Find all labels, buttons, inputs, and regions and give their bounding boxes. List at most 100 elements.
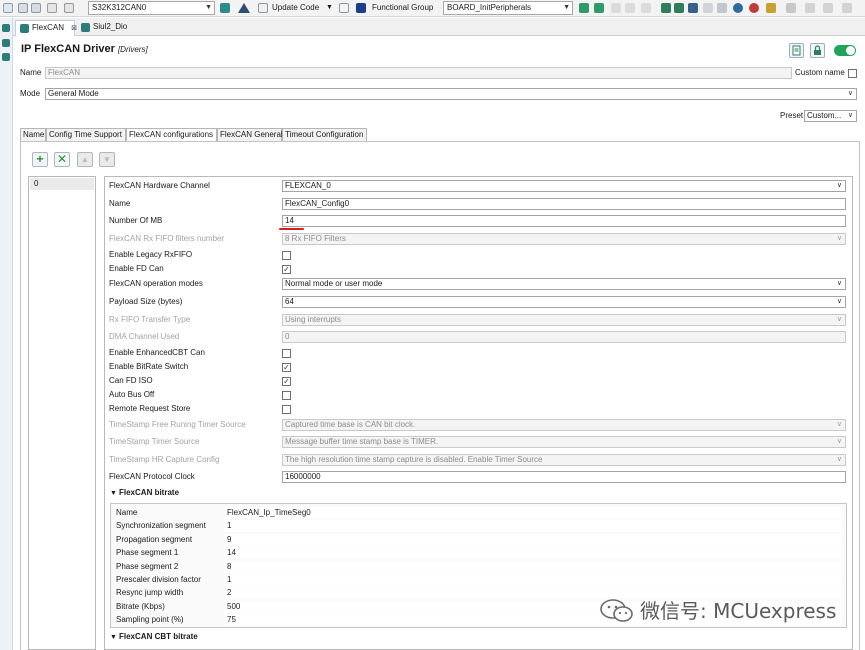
arrow-icon[interactable] [641,3,651,13]
chevron-down-icon: ∨ [847,90,853,97]
misc-icon[interactable] [805,3,815,13]
update-code-button[interactable]: Update Code [272,2,319,14]
fd-can-checkbox[interactable]: ✓ [282,265,291,274]
move-down-button[interactable]: ▼ [99,152,115,167]
monitor-icon[interactable] [688,3,698,13]
tab-config-time-support[interactable]: Config Time Support [46,128,126,141]
rx-fifo-filters-select[interactable]: 8 Rx FIFO Filters ∨ [282,233,846,245]
config-name-value: FlexCAN_Config0 [285,199,350,208]
save-all-icon[interactable] [31,3,41,13]
clocks-icon[interactable] [2,53,10,61]
bitrate-row-label: Sampling point (%) [116,615,184,624]
undo-icon[interactable] [611,3,621,13]
dma-channel-label: DMA Channel Used [109,332,180,341]
save-icon[interactable] [18,3,28,13]
pins-icon[interactable] [2,39,10,47]
home-icon[interactable] [220,3,230,13]
auto-bus-off-checkbox[interactable] [282,391,291,400]
documentation-button[interactable] [789,43,804,58]
legacy-rxfifo-checkbox[interactable] [282,251,291,260]
remote-request-checkbox[interactable] [282,405,291,414]
add-item-button[interactable]: + [32,152,48,167]
bitrate-row-value[interactable]: FlexCAN_Ip_TimeSeg0 [224,507,841,519]
name-field[interactable]: FlexCAN [45,67,792,79]
lock-icon [814,45,821,55]
tab-timeout-configuration[interactable]: Timeout Configuration [282,128,367,141]
update-code-icon[interactable] [258,3,268,13]
bitrate-row-value[interactable]: 9 [224,534,841,546]
ts-free-running-select[interactable]: Captured time base is CAN bit clock. ∨ [282,419,846,431]
hw-channel-label: FlexCAN Hardware Channel [109,181,210,190]
dma-channel-field[interactable]: 0 [282,331,846,343]
grid-icon[interactable] [717,3,727,13]
download-icon[interactable] [674,3,684,13]
ts-hr-capture-label: TimeStamp HR Capture Config [109,455,220,464]
tab-siul2-dio[interactable]: Siul2_Dio [77,20,139,36]
payload-size-select[interactable]: 64 ∨ [282,296,846,308]
operation-modes-select[interactable]: Normal mode or user mode ∨ [282,278,846,290]
chevron-down-icon: ∨ [836,316,842,323]
bitrate-switch-label: Enable BitRate Switch [109,362,189,371]
refresh-icon[interactable] [703,3,713,13]
bitrate-section-header[interactable]: ▼ FlexCAN bitrate [110,487,179,500]
custom-name-checkbox[interactable] [848,69,857,78]
project-combo[interactable]: S32K312CAN0 ▼ [88,1,215,15]
hw-channel-value: FLEXCAN_0 [285,181,331,190]
peripherals-icon[interactable] [2,24,10,32]
rx-fifo-transfer-select[interactable]: Using interrupts ∨ [282,314,846,326]
list-item[interactable]: 0 [30,178,94,190]
tools-icon[interactable] [766,3,776,13]
config-name-field[interactable]: FlexCAN_Config0 [282,198,846,210]
preset-select[interactable]: Custom... ∨ [804,110,857,122]
add-group-icon[interactable] [579,3,589,13]
chevron-down-icon: ▼ [110,490,117,497]
bitrate-row-value[interactable]: 14 [224,547,841,559]
print-icon[interactable] [47,3,57,13]
hw-channel-select[interactable]: FLEXCAN_0 ∨ [282,180,846,192]
ts-timer-source-select[interactable]: Message buffer time stamp base is TIMER.… [282,436,846,448]
back-icon[interactable] [842,3,852,13]
ts-hr-capture-select[interactable]: The high resolution time stamp capture i… [282,454,846,466]
run-icon[interactable] [749,3,759,13]
bitrate-row-label: Phase segment 1 [116,548,179,557]
bitrate-row-value[interactable]: 1 [224,574,841,586]
tab-flexcan[interactable]: FlexCAN ⊠ [15,20,77,36]
move-up-button[interactable]: ▲ [77,152,93,167]
protocol-clock-field[interactable]: 16000000 [282,471,846,483]
chevron-down-icon: ▼ [110,634,117,641]
tab-flexcan-general[interactable]: FlexCAN General [217,128,283,141]
bitrate-row-value[interactable]: 1 [224,520,841,532]
cbt-section-header[interactable]: ▼ FlexCAN CBT bitrate [110,631,198,644]
dropdown-arrow-icon[interactable]: ▼ [326,2,333,14]
tab-name[interactable]: Name [20,128,46,141]
bitrate-row-value[interactable]: 8 [224,561,841,573]
document-icon[interactable] [339,3,349,13]
warning-icon[interactable] [238,3,250,13]
chevron-down-icon: ▼ [563,4,570,11]
enhanced-cbt-checkbox[interactable] [282,349,291,358]
redo-icon[interactable] [625,3,635,13]
mode-select[interactable]: General Mode ∨ [45,88,857,100]
functional-group-combo[interactable]: BOARD_InitPeripherals ▼ [443,1,573,15]
component-enable-toggle[interactable] [834,45,856,56]
new-file-icon[interactable] [3,3,13,13]
enhanced-cbt-label: Enable EnhancedCBT Can [109,348,205,357]
protocol-clock-value: 16000000 [285,472,321,481]
bitrate-switch-checkbox[interactable]: ✓ [282,363,291,372]
edit-group-icon[interactable] [594,3,604,13]
remove-item-button[interactable]: ✕ [54,152,70,167]
chevron-down-icon: ∨ [836,235,842,242]
tab-flexcan-configurations[interactable]: FlexCAN configurations [126,128,217,141]
remote-request-label: Remote Request Store [109,404,191,413]
forward-icon[interactable] [823,3,833,13]
print-preview-icon[interactable] [64,3,74,13]
debug-icon[interactable] [733,3,743,13]
functional-group-icon[interactable] [356,3,366,13]
settings-icon[interactable] [786,3,796,13]
chevron-down-icon: ∨ [836,298,842,305]
sort-icon[interactable] [661,3,671,13]
lock-button[interactable] [810,43,825,58]
config-name-label: Name [109,199,131,208]
number-of-mb-field[interactable]: 14 [282,215,846,227]
can-fd-iso-checkbox[interactable]: ✓ [282,377,291,386]
